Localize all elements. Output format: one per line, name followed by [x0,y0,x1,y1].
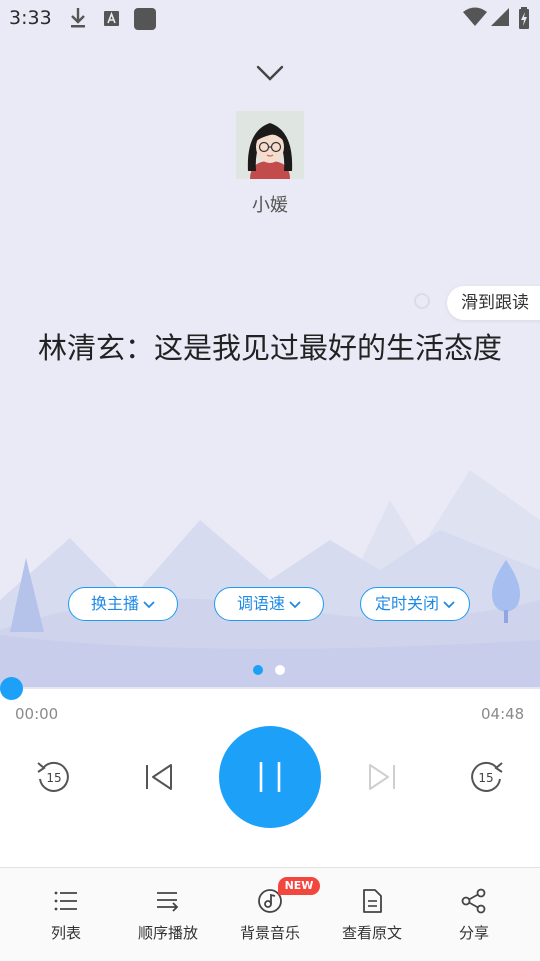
adjust-speed-label: 调语速 [236,594,285,613]
forward-15-button[interactable]: 15 [466,757,506,797]
nav-share[interactable]: 分享 [420,868,528,961]
progress-knob[interactable] [0,677,23,700]
nav-view-original[interactable]: 查看原文 [318,868,426,961]
anchor-avatar-illustration [236,111,304,179]
wifi-icon [463,7,487,26]
share-icon [461,888,486,914]
nav-order-play[interactable]: 顺序播放 [114,868,222,961]
battery-charging-icon [519,7,529,29]
rewind-15-button[interactable]: 15 [34,757,74,797]
current-time: 00:00 [15,705,59,723]
mountain-scenery [0,470,540,688]
nav-view-original-label: 查看原文 [341,924,402,942]
switch-anchor-button[interactable]: 换主播 [68,587,178,621]
keyboard-a-icon [104,11,119,26]
nav-order-play-label: 顺序播放 [137,924,198,942]
bottom-nav: 列表 顺序播放 背景音乐 查看原文 分享 [0,867,540,961]
rewind-seconds: 15 [46,771,61,785]
document-icon [363,889,382,913]
nav-list-label: 列表 [50,924,81,942]
pause-icon [259,762,281,792]
follow-read-indicator [414,293,430,309]
article-title: 林清玄：这是我见过最好的生活态度 [37,331,502,365]
anchor-name: 小媛 [252,195,288,216]
chevron-down-icon [443,600,455,608]
player-header-area: 3:33 小媛 滑到跟读 林清玄：这是我见过最好的生活态度 换主播 调语速 定时… [0,0,540,688]
download-icon [71,8,85,28]
status-time: 3:33 [9,7,52,29]
next-track-button[interactable] [366,761,398,793]
timer-off-button[interactable]: 定时关闭 [360,587,470,621]
status-bar: 3:33 [0,0,540,36]
signal-icon [491,8,509,26]
nav-share-label: 分享 [458,924,489,942]
timer-off-label: 定时关闭 [374,594,439,613]
anchor-avatar[interactable] [236,111,304,179]
chevron-down-icon [289,600,301,608]
new-badge: NEW [278,877,320,895]
nav-bg-music-label: 背景音乐 [239,924,300,942]
forward-seconds: 15 [478,771,493,785]
follow-read-button[interactable]: 滑到跟读 [447,286,540,320]
adjust-speed-button[interactable]: 调语速 [214,587,324,621]
page-indicator-active[interactable] [253,665,263,675]
app-square-icon [134,8,156,30]
list-icon [54,891,77,911]
page-indicator-inactive[interactable] [275,665,285,675]
switch-anchor-label: 换主播 [90,594,139,613]
order-play-icon [157,892,179,912]
chevron-down-icon [143,600,155,608]
nav-list[interactable]: 列表 [12,868,120,961]
previous-track-button[interactable] [143,761,175,793]
collapse-chevron-icon[interactable] [250,58,290,88]
progress-track[interactable] [0,687,540,689]
pause-button[interactable] [219,726,321,828]
total-time: 04:48 [481,705,525,723]
